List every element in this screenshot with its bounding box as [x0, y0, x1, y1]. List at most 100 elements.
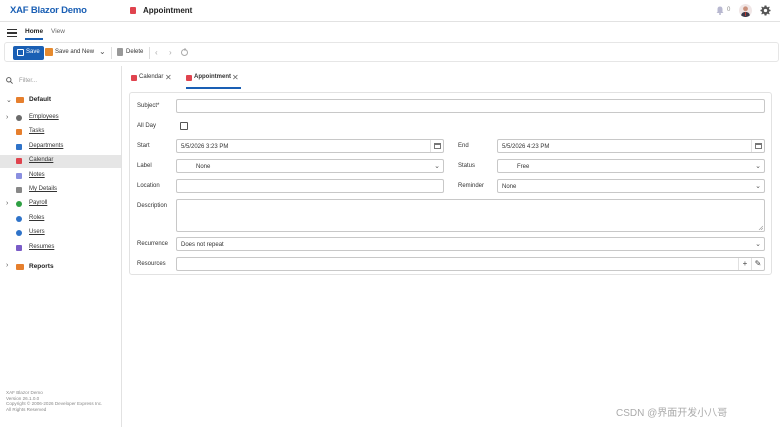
sidebar-group-reports[interactable]: › Reports	[6, 262, 116, 273]
calendar-icon	[130, 7, 136, 14]
save-button[interactable]: Save	[13, 46, 44, 60]
add-icon[interactable]: +	[738, 258, 751, 270]
save-and-new-button[interactable]: Save and New	[55, 49, 94, 55]
close-icon[interactable]: ✕	[232, 73, 239, 82]
app-title[interactable]: XAF Blazor Demo	[10, 5, 87, 16]
search-icon	[6, 77, 13, 84]
sidebar-group-label: Default	[29, 96, 52, 103]
location-label: Location	[137, 183, 160, 189]
allday-checkbox[interactable]	[180, 122, 188, 130]
toolbar-divider	[111, 47, 112, 59]
sidebar-item-label: Calendar	[29, 157, 54, 163]
sidebar-item-roles[interactable]: Roles	[0, 213, 121, 226]
recurrence-dropdown[interactable]: Does not repeat ⌄	[176, 237, 765, 251]
sidebar-item-label: Departments	[29, 143, 64, 149]
trash-icon	[117, 48, 123, 56]
doc-tab-label: Appointment	[194, 74, 231, 80]
description-label: Description	[137, 203, 168, 209]
start-value: 5/5/2026 3:23 PM	[181, 143, 229, 150]
subject-label: Subject*	[137, 103, 160, 109]
doc-tab-calendar[interactable]: Calendar ✕	[131, 73, 177, 89]
sidebar-item-payroll[interactable]: › Payroll	[0, 198, 121, 211]
reminder-value: None	[502, 183, 517, 190]
close-icon[interactable]: ✕	[165, 73, 172, 82]
end-field[interactable]: 5/5/2026 4:23 PM	[497, 139, 765, 153]
end-value: 5/5/2026 4:23 PM	[502, 143, 550, 150]
calendar-icon	[186, 75, 192, 81]
sidebar-item-label: Users	[29, 229, 45, 235]
menu-icon[interactable]	[7, 29, 17, 38]
status-dropdown[interactable]: Free ⌄	[497, 159, 765, 173]
subject-field[interactable]	[176, 99, 765, 113]
sidebar-item-label: Notes	[29, 172, 45, 178]
sidebar-item-label: Tasks	[29, 128, 45, 134]
sidebar-item-employees[interactable]: › Employees	[0, 112, 121, 125]
sidebar-item-notes[interactable]: Notes	[0, 170, 121, 183]
tab-view[interactable]: View	[51, 28, 65, 35]
delete-button[interactable]: Delete	[126, 49, 143, 55]
gear-icon[interactable]	[760, 5, 771, 16]
location-field[interactable]	[176, 179, 444, 193]
view-title: Appointment	[143, 6, 193, 15]
label-label: Label	[137, 163, 152, 169]
description-textarea[interactable]	[176, 199, 765, 232]
sidebar-item-label: Employees	[29, 114, 59, 120]
note-icon	[16, 173, 22, 179]
calendar-icon	[434, 143, 441, 149]
sidebar-item-calendar[interactable]: Calendar	[0, 155, 121, 168]
tasks-icon	[16, 129, 22, 135]
sidebar-item-departments[interactable]: Departments	[0, 141, 121, 154]
toolbar: Save Save and New ⌄ Delete ‹ ›	[4, 42, 779, 62]
sidebar-item-label: Roles	[29, 215, 45, 221]
org-icon	[16, 144, 22, 150]
toolbar-divider	[149, 47, 150, 59]
tab-home[interactable]: Home	[25, 28, 44, 40]
allday-label: All Day	[137, 123, 157, 129]
notification-count: 0	[727, 7, 731, 13]
calendar-icon	[16, 158, 22, 164]
start-field[interactable]: 5/5/2026 3:23 PM	[176, 139, 444, 153]
resize-handle-icon[interactable]	[758, 225, 763, 230]
resources-label: Resources	[137, 261, 166, 267]
resume-icon	[16, 245, 22, 251]
status-value: Free	[517, 163, 530, 170]
label-dropdown[interactable]: None ⌄	[176, 159, 444, 173]
filter-input[interactable]: Filter...	[4, 74, 118, 89]
chevron-left-icon[interactable]: ‹	[155, 48, 158, 57]
edit-icon[interactable]: ✎	[751, 258, 764, 270]
resources-field[interactable]: + ✎	[176, 257, 765, 271]
filter-placeholder: Filter...	[19, 78, 38, 84]
refresh-icon[interactable]	[180, 48, 189, 57]
app-header: XAF Blazor Demo Appointment 0	[0, 0, 780, 22]
chevron-down-icon[interactable]: ⌄	[99, 47, 106, 56]
avatar[interactable]	[739, 4, 752, 17]
recurrence-label: Recurrence	[137, 241, 169, 247]
user-card-icon	[16, 187, 22, 193]
chevron-down-icon: ⌄	[6, 97, 12, 104]
reminder-label: Reminder	[458, 183, 485, 189]
calendar-picker-button[interactable]	[430, 140, 443, 152]
users-icon	[16, 230, 22, 236]
sidebar-item-users[interactable]: Users	[0, 227, 121, 240]
chevron-right-icon: ›	[6, 114, 9, 121]
money-icon	[16, 201, 22, 207]
roles-icon	[16, 216, 22, 222]
reminder-dropdown[interactable]: None ⌄	[497, 179, 765, 193]
end-label: End	[458, 143, 469, 149]
sidebar-item-my-details[interactable]: My Details	[0, 184, 121, 197]
sidebar-item-tasks[interactable]: Tasks	[0, 126, 121, 139]
footer-rights: All Rights Reserved	[6, 407, 47, 413]
sidebar-footer: XAF Blazor Demo Version 26.1.0.0 Copyrig…	[6, 390, 102, 413]
doc-tab-appointment[interactable]: Appointment ✕	[186, 73, 241, 89]
chevron-right-icon[interactable]: ›	[169, 48, 172, 57]
save-and-new-icon	[45, 48, 53, 56]
appointment-form: Subject* All Day Start 5/5/2026 3:23 PM …	[129, 92, 772, 275]
sidebar-item-resumes[interactable]: Resumes	[0, 242, 121, 255]
recurrence-value: Does not repeat	[181, 241, 224, 248]
folder-icon	[16, 264, 24, 270]
sidebar-group-default[interactable]: ⌄ Default	[6, 96, 116, 106]
bell-icon[interactable]	[716, 6, 724, 15]
calendar-picker-button[interactable]	[751, 140, 764, 152]
chevron-down-icon: ⌄	[755, 241, 761, 248]
chevron-right-icon: ›	[6, 200, 9, 207]
